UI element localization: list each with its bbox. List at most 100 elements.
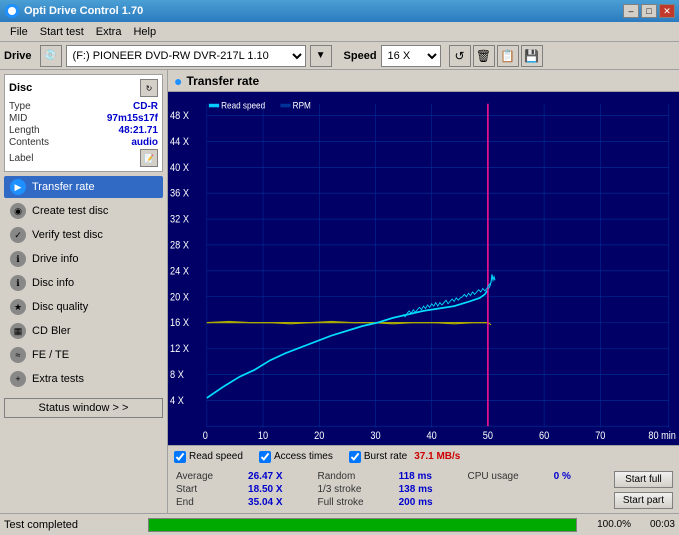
burst-rate-control[interactable]: Burst rate 37.1 MB/s bbox=[349, 451, 461, 463]
transfer-rate-icon: ▶ bbox=[10, 179, 26, 195]
start-part-button[interactable]: Start part bbox=[614, 492, 673, 509]
svg-text:60: 60 bbox=[539, 431, 550, 443]
disc-info-label: Disc info bbox=[32, 277, 74, 289]
disc-type-value: CD-R bbox=[133, 101, 158, 112]
status-bar: Test completed 100.0% 00:03 bbox=[0, 513, 679, 535]
main-layout: Disc ↻ Type CD-R MID 97m15s17f Length 48… bbox=[0, 70, 679, 513]
svg-text:40: 40 bbox=[427, 431, 438, 443]
average-value: 26.47 X bbox=[248, 471, 311, 482]
start-label: Start bbox=[176, 484, 242, 495]
app-icon bbox=[4, 3, 20, 19]
access-times-checkbox[interactable] bbox=[259, 451, 271, 463]
end-value: 35.04 X bbox=[248, 497, 311, 508]
status-window-button[interactable]: Status window > > bbox=[4, 398, 163, 418]
svg-text:24 X: 24 X bbox=[170, 266, 189, 278]
access-times-ctrl-label: Access times bbox=[274, 451, 333, 462]
disc-type-label: Type bbox=[9, 101, 31, 112]
menu-start-test[interactable]: Start test bbox=[34, 24, 90, 40]
svg-text:20 X: 20 X bbox=[170, 292, 189, 304]
copy-button[interactable]: 📋 bbox=[497, 45, 519, 67]
title-bar-text: Opti Drive Control 1.70 bbox=[24, 5, 623, 17]
back-button[interactable]: ↺ bbox=[449, 45, 471, 67]
disc-length-label: Length bbox=[9, 125, 40, 136]
chart-area: 48 X 44 X 40 X 36 X 32 X 28 X 24 X 20 X … bbox=[168, 92, 679, 445]
svg-text:Read speed: Read speed bbox=[221, 100, 265, 111]
close-button[interactable]: ✕ bbox=[659, 4, 675, 18]
sidebar: Disc ↻ Type CD-R MID 97m15s17f Length 48… bbox=[0, 70, 168, 513]
stroke1-label: 1/3 stroke bbox=[318, 484, 393, 495]
disc-contents-value: audio bbox=[131, 137, 158, 148]
stats-grid: Average 26.47 X Random 118 ms CPU usage … bbox=[176, 471, 600, 508]
sidebar-item-drive-info[interactable]: ℹ Drive info bbox=[4, 248, 163, 270]
drive-icon-button[interactable]: 💿 bbox=[40, 45, 62, 67]
menu-extra[interactable]: Extra bbox=[90, 24, 128, 40]
disc-length-value: 48:21.71 bbox=[119, 125, 158, 136]
svg-text:50: 50 bbox=[483, 431, 494, 443]
save-button[interactable]: 💾 bbox=[521, 45, 543, 67]
menu-file[interactable]: File bbox=[4, 24, 34, 40]
verify-test-disc-icon: ✓ bbox=[10, 227, 26, 243]
sidebar-item-create-test-disc[interactable]: ◉ Create test disc bbox=[4, 200, 163, 222]
start-value: 18.50 X bbox=[248, 484, 311, 495]
sidebar-item-disc-info[interactable]: ℹ Disc info bbox=[4, 272, 163, 294]
minimize-button[interactable]: – bbox=[623, 4, 639, 18]
disc-refresh-button[interactable]: ↻ bbox=[140, 79, 158, 97]
sidebar-item-fe-te[interactable]: ≈ FE / TE bbox=[4, 344, 163, 366]
chart-icon: ● bbox=[174, 73, 182, 89]
sidebar-item-verify-test-disc[interactable]: ✓ Verify test disc bbox=[4, 224, 163, 246]
disc-label-label: Label bbox=[9, 153, 33, 164]
drive-bar: Drive 💿 (F:) PIONEER DVD-RW DVR-217L 1.1… bbox=[0, 42, 679, 70]
fe-te-icon: ≈ bbox=[10, 347, 26, 363]
random-label: Random bbox=[318, 471, 393, 482]
start-full-button[interactable]: Start full bbox=[614, 471, 673, 488]
status-text: Test completed bbox=[4, 519, 144, 531]
fullstroke-label: Full stroke bbox=[318, 497, 393, 508]
disc-mid-value: 97m15s17f bbox=[107, 113, 158, 124]
svg-text:16 X: 16 X bbox=[170, 318, 189, 330]
sidebar-item-cd-bler[interactable]: ▦ CD Bler bbox=[4, 320, 163, 342]
svg-text:30: 30 bbox=[370, 431, 381, 443]
drive-label: Drive bbox=[4, 50, 32, 62]
verify-test-disc-label: Verify test disc bbox=[32, 229, 103, 241]
chart-title: Transfer rate bbox=[186, 74, 259, 88]
toolbar-buttons: ↺ 🗑 📋 💾 bbox=[449, 45, 543, 67]
menu-help[interactable]: Help bbox=[127, 24, 162, 40]
read-speed-control[interactable]: Read speed bbox=[174, 451, 243, 463]
progress-container bbox=[148, 518, 577, 532]
progress-bar bbox=[149, 519, 576, 531]
svg-text:0: 0 bbox=[203, 431, 209, 443]
cpu-label: CPU usage bbox=[468, 471, 548, 482]
cd-bler-label: CD Bler bbox=[32, 325, 71, 337]
burst-rate-checkbox[interactable] bbox=[349, 451, 361, 463]
drive-select[interactable]: (F:) PIONEER DVD-RW DVR-217L 1.10 bbox=[66, 45, 306, 67]
svg-text:28 X: 28 X bbox=[170, 240, 189, 252]
svg-text:10: 10 bbox=[258, 431, 269, 443]
sidebar-item-extra-tests[interactable]: + Extra tests bbox=[4, 368, 163, 390]
extra-tests-icon: + bbox=[10, 371, 26, 387]
read-speed-ctrl-label: Read speed bbox=[189, 451, 243, 462]
disc-label-button[interactable]: 📝 bbox=[140, 149, 158, 167]
disc-quality-label: Disc quality bbox=[32, 301, 88, 313]
extra-tests-label: Extra tests bbox=[32, 373, 84, 385]
access-times-control[interactable]: Access times bbox=[259, 451, 333, 463]
svg-text:8 X: 8 X bbox=[170, 369, 184, 381]
erase-button[interactable]: 🗑 bbox=[473, 45, 495, 67]
stats-section: Average 26.47 X Random 118 ms CPU usage … bbox=[168, 467, 608, 513]
svg-text:48 X: 48 X bbox=[170, 111, 189, 123]
chart-header: ● Transfer rate bbox=[168, 70, 679, 92]
refresh-drive-button[interactable]: ▼ bbox=[310, 45, 332, 67]
title-bar-buttons: – □ ✕ bbox=[623, 4, 675, 18]
time-text: 00:03 bbox=[635, 519, 675, 530]
transfer-rate-label: Transfer rate bbox=[32, 181, 95, 193]
speed-select[interactable]: 16 X bbox=[381, 45, 441, 67]
chart-svg: 48 X 44 X 40 X 36 X 32 X 28 X 24 X 20 X … bbox=[168, 92, 679, 445]
read-speed-checkbox[interactable] bbox=[174, 451, 186, 463]
sidebar-item-transfer-rate[interactable]: ▶ Transfer rate bbox=[4, 176, 163, 198]
chart-controls: Read speed Access times Burst rate 37.1 … bbox=[168, 445, 679, 467]
average-label: Average bbox=[176, 471, 242, 482]
sidebar-item-disc-quality[interactable]: ★ Disc quality bbox=[4, 296, 163, 318]
maximize-button[interactable]: □ bbox=[641, 4, 657, 18]
stroke1-value: 138 ms bbox=[399, 484, 462, 495]
drive-info-icon: ℹ bbox=[10, 251, 26, 267]
disc-info-icon: ℹ bbox=[10, 275, 26, 291]
